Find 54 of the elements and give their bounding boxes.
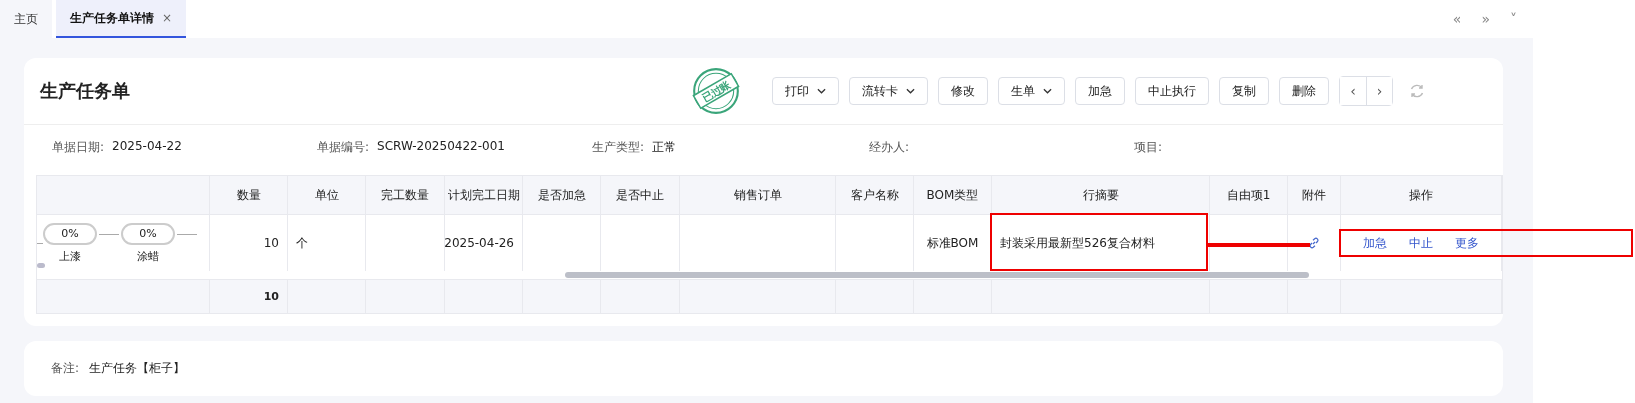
column-header: 附件 (1288, 176, 1341, 214)
caret-icon (906, 88, 915, 94)
column-header: 销售订单 (680, 176, 836, 214)
column-header: 单位 (288, 176, 366, 214)
column-header: 行摘要 (992, 176, 1210, 214)
field-label: 生产类型: (592, 138, 645, 156)
tab-nav-button[interactable]: » (1481, 11, 1490, 27)
caret-icon (1043, 88, 1052, 94)
column-header: 操作 (1341, 176, 1502, 214)
toolbar-button[interactable]: 流转卡 (849, 77, 928, 105)
column-header: BOM类型 (914, 176, 992, 214)
field-label: 备注: (51, 360, 80, 377)
tab-nav-button[interactable]: « (1452, 11, 1462, 27)
row-action-link[interactable]: 中止 (1409, 234, 1433, 252)
field-value: SCRW-20250422-001 (377, 138, 505, 155)
toolbar-button[interactable]: 加急 (1075, 77, 1125, 105)
column-header: 客户名称 (836, 176, 914, 214)
field-label: 单据日期: (52, 138, 105, 156)
toolbar-button[interactable]: 删除 (1279, 77, 1329, 105)
caret-icon (817, 88, 826, 94)
progress-pill: 0% (43, 222, 97, 245)
link-icon[interactable] (1308, 237, 1320, 249)
row-action-link[interactable]: 更多 (1455, 234, 1479, 252)
column-header: 计划完工日期 (445, 176, 523, 214)
toolbar-button[interactable]: 中止执行 (1135, 77, 1209, 105)
toolbar-button[interactable]: 打印 (772, 77, 839, 105)
refresh-icon[interactable] (1409, 83, 1425, 99)
scrollbar-thumb[interactable] (565, 272, 1309, 278)
column-header: 是否加急 (523, 176, 601, 214)
column-header: 完工数量 (366, 176, 445, 214)
close-icon[interactable]: × (162, 11, 173, 25)
row-action-link[interactable]: 加急 (1363, 234, 1387, 252)
stamp-icon: 已过账 (690, 65, 742, 117)
toolbar-button[interactable]: 修改 (938, 77, 988, 105)
progress-pill: 0% (121, 222, 175, 245)
column-header: 自由项1 (1210, 176, 1288, 214)
tab-nav-button[interactable]: ˅ (1510, 11, 1517, 27)
column-header: 数量 (210, 176, 288, 214)
total-value: 10 (210, 279, 288, 313)
field-label: 单据编号: (317, 138, 370, 156)
column-header: 是否中止 (601, 176, 680, 214)
field-label: 经办人: (869, 138, 910, 156)
step-label: 上漆 (59, 248, 81, 264)
field-value: 2025-04-22 (112, 138, 182, 155)
tab[interactable]: 主页 (0, 0, 52, 38)
field-value: 正常 (652, 138, 677, 156)
field-value: 生产任务【柜子】 (89, 360, 186, 377)
pager-button[interactable]: › (1366, 77, 1392, 105)
step-label: 涂蜡 (137, 248, 159, 264)
toolbar-button[interactable]: 复制 (1219, 77, 1269, 105)
tab[interactable]: 生产任务单详情 × (56, 0, 187, 38)
field-label: 项目: (1134, 138, 1163, 156)
toolbar-button[interactable]: 生单 (998, 77, 1065, 105)
page-title: 生产任务单 (40, 79, 131, 103)
